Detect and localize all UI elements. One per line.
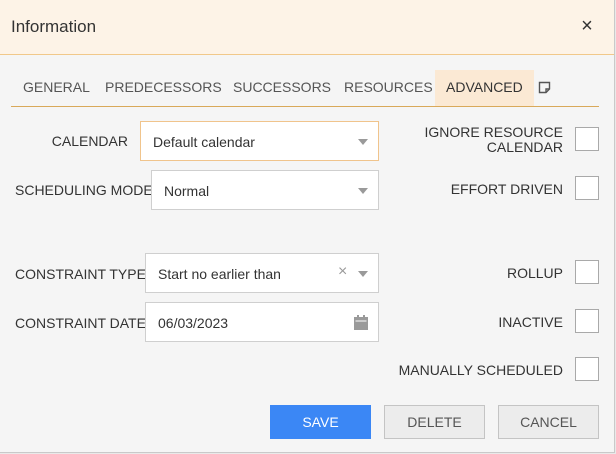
effort-driven-checkbox[interactable] (575, 176, 599, 200)
notes-tab-icon[interactable] (538, 81, 551, 94)
scheduling-mode-select[interactable]: Normal (151, 170, 379, 210)
inactive-label: INACTIVE (498, 314, 563, 330)
chevron-down-icon[interactable] (358, 188, 368, 194)
dialog-header: Information × (0, 0, 614, 55)
tab-general[interactable]: GENERAL (12, 70, 101, 106)
close-icon[interactable]: × (576, 14, 598, 38)
calendar-select[interactable]: Default calendar (140, 121, 379, 161)
delete-button[interactable]: DELETE (384, 405, 485, 439)
calendar-value: Default calendar (153, 134, 255, 150)
calendar-icon[interactable] (354, 315, 368, 330)
cancel-button[interactable]: CANCEL (498, 405, 599, 439)
save-button[interactable]: SAVE (270, 405, 371, 439)
effort-driven-label: EFFORT DRIVEN (450, 181, 563, 197)
dialog-title: Information (11, 17, 97, 36)
constraint-type-label: CONSTRAINT TYPE (15, 266, 146, 282)
constraint-date-label: CONSTRAINT DATE (15, 315, 146, 331)
chevron-down-icon[interactable] (358, 271, 368, 277)
scheduling-mode-value: Normal (164, 183, 210, 199)
constraint-type-select[interactable]: Start no earlier than × (145, 253, 379, 293)
constraint-type-value: Start no earlier than (158, 266, 281, 282)
tab-resources[interactable]: RESOURCES (333, 70, 444, 106)
chevron-down-icon[interactable] (358, 139, 368, 145)
constraint-date-value: 06/03/2023 (158, 315, 229, 331)
ignore-resource-calendar-label-line1: IGNORE RESOURCE (424, 124, 563, 140)
manually-scheduled-checkbox[interactable] (575, 357, 599, 381)
tab-predecessors[interactable]: PREDECESSORS (94, 70, 233, 106)
ignore-resource-calendar-checkbox[interactable] (575, 127, 599, 151)
ignore-resource-calendar-label: IGNORE RESOURCE CALENDAR (420, 125, 563, 155)
scheduling-mode-label: SCHEDULING MODE (15, 182, 153, 198)
information-dialog: Information × GENERAL PREDECESSORS SUCCE… (0, 0, 615, 453)
ignore-resource-calendar-label-line2: CALENDAR (486, 139, 563, 155)
clear-icon[interactable]: × (338, 263, 347, 281)
tab-advanced[interactable]: ADVANCED (435, 70, 534, 106)
rollup-checkbox[interactable] (575, 260, 599, 284)
inactive-checkbox[interactable] (575, 309, 599, 333)
manually-scheduled-label: MANUALLY SCHEDULED (398, 362, 563, 378)
tab-successors[interactable]: SUCCESSORS (222, 70, 342, 106)
calendar-label: CALENDAR (51, 133, 128, 149)
rollup-label: ROLLUP (506, 265, 563, 281)
constraint-date-field[interactable]: 06/03/2023 (145, 302, 379, 342)
tab-bar: GENERAL PREDECESSORS SUCCESSORS RESOURCE… (11, 70, 599, 107)
